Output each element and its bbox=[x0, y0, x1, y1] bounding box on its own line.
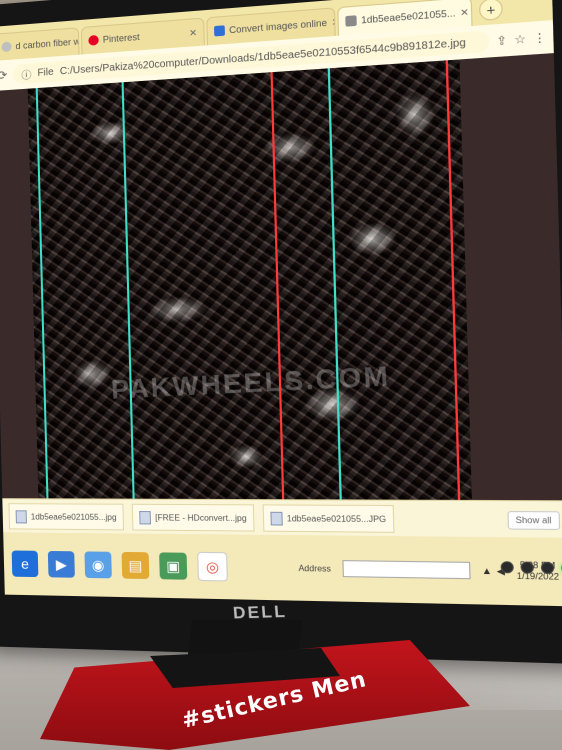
page-icon bbox=[1, 41, 12, 53]
reload-icon[interactable]: ⟳ bbox=[0, 68, 8, 83]
download-item[interactable]: [FREE - HDconvert...jpg bbox=[131, 503, 255, 532]
network-icon[interactable]: ▲ bbox=[481, 565, 492, 576]
download-name: [FREE - HDconvert...jpg bbox=[155, 512, 247, 523]
tab-label: 1db5eae5e021055... bbox=[360, 7, 456, 26]
menu-icon[interactable]: ⋮ bbox=[533, 30, 546, 45]
address-toolbar-label: Address bbox=[298, 563, 332, 574]
image-icon bbox=[345, 15, 357, 27]
file-icon bbox=[270, 511, 283, 526]
monitor-button[interactable] bbox=[540, 561, 555, 575]
chrome-icon[interactable]: ◎ bbox=[197, 551, 228, 582]
carbon-fiber-pattern-image bbox=[27, 59, 472, 500]
info-icon: ⓘ bbox=[21, 69, 32, 82]
screen: d carbon fiber wall ✕ Pinterest ✕ Conver… bbox=[0, 0, 562, 607]
download-item[interactable]: 1db5eae5e021055...jpg bbox=[8, 503, 125, 531]
show-all-button[interactable]: Show all bbox=[507, 510, 561, 530]
share-icon[interactable]: ⇪ bbox=[496, 33, 507, 48]
download-item[interactable]: 1db5eae5e021055...JPG bbox=[262, 504, 395, 533]
media-player-icon[interactable]: ▶ bbox=[47, 550, 75, 578]
monitor-button[interactable] bbox=[500, 561, 514, 574]
image-viewport: PAKWHEELS.COM bbox=[0, 53, 562, 501]
pinterest-icon bbox=[88, 34, 99, 46]
internet-explorer-icon[interactable]: e bbox=[11, 550, 39, 578]
close-icon[interactable]: ✕ bbox=[331, 16, 335, 28]
new-tab-button[interactable]: + bbox=[478, 0, 503, 22]
app-icon[interactable]: ▣ bbox=[159, 552, 188, 580]
taskbar: e ▶ ◉ ▤ ▣ ◎ Address ▲ ◀ 5:38 PM 1/19/202… bbox=[3, 532, 562, 607]
close-icon[interactable]: ✕ bbox=[189, 27, 197, 39]
file-icon bbox=[15, 509, 27, 523]
windows-media-icon[interactable]: ◉ bbox=[84, 551, 112, 579]
star-icon[interactable]: ☆ bbox=[514, 31, 526, 46]
monitor-button[interactable] bbox=[520, 561, 535, 574]
address-toolbar-input[interactable] bbox=[341, 560, 471, 580]
monitor-buttons bbox=[500, 561, 562, 575]
file-icon bbox=[139, 510, 152, 524]
tab-label: Convert images online bbox=[229, 17, 328, 36]
convert-icon bbox=[213, 25, 225, 37]
file-explorer-icon[interactable]: ▤ bbox=[121, 551, 150, 580]
tab-label: Pinterest bbox=[102, 31, 140, 45]
download-name: 1db5eae5e021055...jpg bbox=[30, 511, 117, 522]
close-icon[interactable]: ✕ bbox=[460, 6, 469, 19]
url-scheme: File bbox=[37, 66, 54, 79]
monitor: d carbon fiber wall ✕ Pinterest ✕ Conver… bbox=[0, 0, 562, 665]
download-name: 1db5eae5e021055...JPG bbox=[286, 513, 387, 524]
tab-label: d carbon fiber wall bbox=[15, 35, 80, 52]
